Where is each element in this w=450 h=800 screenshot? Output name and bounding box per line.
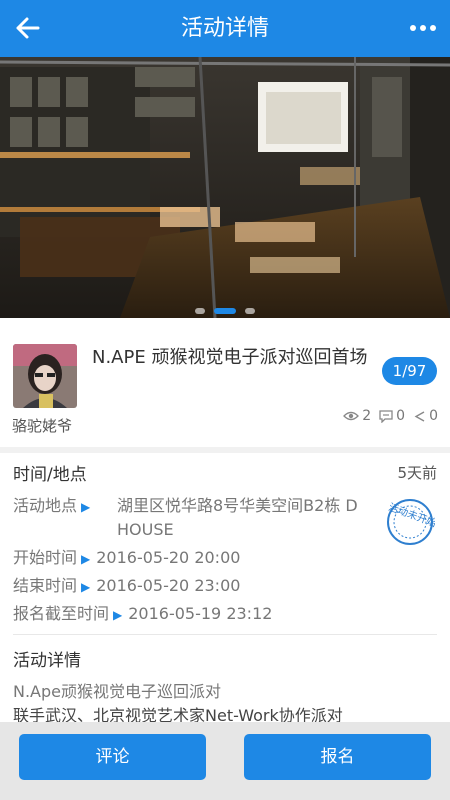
signup-button[interactable]: 报名 bbox=[244, 734, 431, 780]
deadline-value: 2016-05-19 23:12 bbox=[128, 604, 273, 623]
details-line-1: N.Ape顽猴视觉电子巡回派对 bbox=[13, 682, 222, 701]
page-count-badge: 1/97 bbox=[382, 357, 437, 385]
more-dots-icon[interactable] bbox=[408, 14, 438, 42]
end-label: 结束时间 bbox=[13, 576, 78, 595]
start-label: 开始时间 bbox=[13, 548, 78, 567]
triangle-right-icon: ▶ bbox=[81, 580, 91, 594]
details-heading: 活动详情 bbox=[13, 651, 81, 671]
deadline-row: 报名截至时间 ▶ 2016-05-19 23:12 bbox=[13, 602, 272, 627]
shares-stat[interactable]: 0 bbox=[413, 408, 438, 424]
organizer-avatar[interactable] bbox=[13, 344, 77, 408]
page-title: 活动详情 bbox=[180, 16, 269, 41]
details-text: N.Ape顽猴视觉电子巡回派对 联手武汉、北京视觉艺术家Net-Work协作派对 bbox=[13, 680, 443, 728]
views-count: 2 bbox=[362, 408, 372, 424]
comment-icon bbox=[379, 409, 393, 423]
event-title: N.APE 顽猴视觉电子派对巡回首场 bbox=[92, 347, 368, 368]
section-divider bbox=[0, 447, 450, 453]
carousel-indicator bbox=[0, 300, 450, 314]
carousel-dot-active[interactable] bbox=[214, 307, 236, 314]
address-label: 活动地点 bbox=[13, 496, 78, 515]
start-time-row: 开始时间 ▶ 2016-05-20 20:00 bbox=[13, 546, 240, 571]
address-row: 活动地点 ▶ bbox=[13, 494, 96, 519]
top-app-bar: 活动详情 bbox=[0, 0, 450, 57]
triangle-right-icon: ▶ bbox=[113, 608, 123, 622]
comments-count: 0 bbox=[396, 408, 406, 424]
address-value[interactable]: 湖里区悦华路8号华美空间B2栋 D HOUSE bbox=[117, 494, 397, 542]
comment-button[interactable]: 评论 bbox=[19, 734, 206, 780]
event-banner-image[interactable] bbox=[0, 57, 450, 318]
comments-stat[interactable]: 0 bbox=[379, 408, 405, 424]
deadline-label: 报名截至时间 bbox=[13, 604, 110, 623]
event-stats: 2 0 0 bbox=[343, 406, 438, 426]
organizer-name[interactable]: 骆驼姥爷 bbox=[12, 415, 72, 436]
posted-ago: 5天前 bbox=[397, 464, 437, 482]
views-stat: 2 bbox=[343, 408, 371, 424]
avatar-image bbox=[13, 344, 77, 408]
venue-photo bbox=[0, 57, 450, 318]
status-stamp-text: 活动未开始 bbox=[387, 500, 435, 529]
triangle-right-icon: ▶ bbox=[81, 552, 91, 566]
time-location-heading: 时间/地点 bbox=[13, 465, 87, 485]
shares-count: 0 bbox=[429, 408, 438, 424]
carousel-dot[interactable] bbox=[245, 307, 256, 314]
end-value: 2016-05-20 23:00 bbox=[96, 576, 241, 595]
eye-icon bbox=[343, 411, 360, 421]
carousel-dot[interactable] bbox=[194, 307, 205, 314]
status-stamp: 活动未开始 bbox=[387, 499, 435, 545]
share-icon bbox=[414, 410, 425, 422]
end-time-row: 结束时间 ▶ 2016-05-20 23:00 bbox=[13, 574, 240, 599]
triangle-right-icon: ▶ bbox=[81, 500, 91, 514]
start-value: 2016-05-20 20:00 bbox=[96, 548, 241, 567]
divider-line bbox=[13, 634, 437, 635]
